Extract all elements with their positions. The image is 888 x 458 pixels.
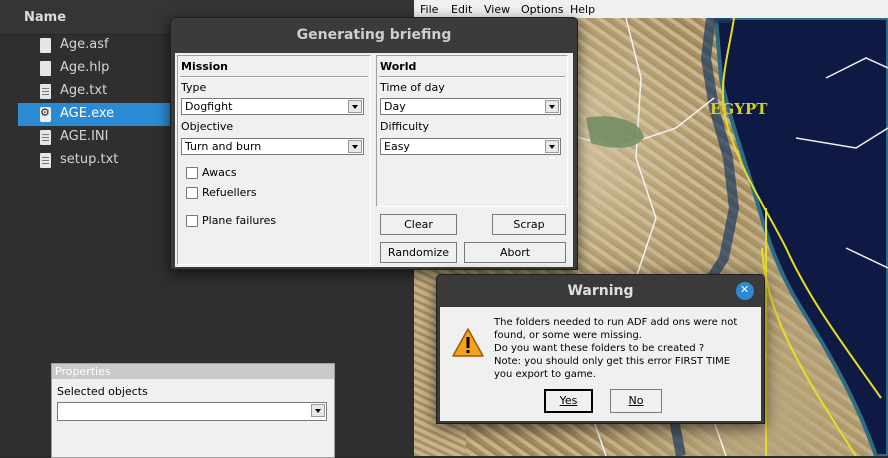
close-icon[interactable] [736, 282, 754, 300]
properties-title-bar: Properties [52, 364, 334, 379]
difficulty-value: Easy [384, 140, 410, 153]
message-line: Note: you should only get this error FIR… [494, 356, 731, 367]
type-dropdown[interactable]: Dogfight [181, 98, 364, 115]
chevron-down-icon[interactable] [348, 100, 362, 113]
selected-objects-label: Selected objects [57, 385, 148, 398]
chevron-down-icon[interactable] [545, 100, 559, 113]
message-line: you export to game. [494, 369, 596, 380]
executable-icon [40, 106, 51, 122]
document-icon [40, 61, 51, 76]
message-line: The folders needed to run ADF add ons we… [494, 317, 738, 328]
abort-button[interactable]: Abort [464, 242, 566, 263]
divider [379, 76, 565, 78]
warning-dialog-title[interactable]: Warning [437, 275, 764, 307]
type-value: Dogfight [185, 100, 233, 113]
time-of-day-value: Day [384, 100, 406, 113]
difficulty-dropdown[interactable]: Easy [380, 138, 561, 155]
world-group: World Time of day Day Difficulty Easy [376, 55, 568, 207]
file-name: Age.txt [60, 83, 108, 98]
properties-panel: Properties Selected objects [51, 363, 335, 458]
message-line: found, or some were missing. [494, 330, 642, 341]
randomize-button[interactable]: Randomize [380, 242, 457, 263]
selected-objects-dropdown[interactable] [57, 402, 327, 421]
map-label-egypt: EGYPT [710, 100, 768, 118]
world-heading: World [380, 60, 417, 73]
chevron-down-icon[interactable] [311, 404, 325, 417]
type-label: Type [181, 81, 207, 94]
checkbox-box[interactable] [186, 167, 198, 179]
clear-button[interactable]: Clear [380, 214, 457, 235]
text-file-icon [40, 153, 51, 168]
chevron-down-icon[interactable] [545, 140, 559, 153]
refuellers-checkbox[interactable]: Refuellers [186, 186, 306, 200]
file-name: Age.asf [60, 37, 109, 52]
yes-button[interactable]: Yes [544, 389, 593, 413]
briefing-dialog: Generating briefing Mission Type Dogfigh… [170, 17, 578, 270]
text-file-icon [40, 84, 51, 99]
document-icon [40, 38, 51, 53]
time-of-day-dropdown[interactable]: Day [380, 98, 561, 115]
divider [180, 76, 368, 78]
menu-file[interactable]: File [420, 3, 438, 16]
menu-edit[interactable]: Edit [451, 3, 472, 16]
file-name: AGE.INI [60, 129, 109, 144]
objective-dropdown[interactable]: Turn and burn [181, 138, 364, 155]
plane-failures-checkbox[interactable]: Plane failures [186, 214, 306, 228]
file-name: setup.txt [60, 152, 119, 167]
file-name: AGE.exe [60, 106, 115, 121]
briefing-dialog-body: Mission Type Dogfight Objective Turn and… [175, 53, 573, 267]
awacs-label: Awacs [202, 166, 237, 179]
checkbox-box[interactable] [186, 187, 198, 199]
chevron-down-icon[interactable] [348, 140, 362, 153]
menu-options[interactable]: Options [521, 3, 563, 16]
file-name: Age.hlp [60, 60, 110, 75]
warning-dialog: Warning The folders needed to run ADF ad… [436, 274, 765, 424]
warning-message: The folders needed to run ADF add ons we… [494, 316, 756, 381]
briefing-dialog-title[interactable]: Generating briefing [171, 18, 577, 52]
text-file-icon [40, 130, 51, 145]
plane-failures-label: Plane failures [202, 214, 277, 227]
warning-dialog-body: The folders needed to run ADF add ons we… [440, 307, 761, 421]
objective-value: Turn and burn [185, 140, 262, 153]
difficulty-label: Difficulty [380, 120, 430, 133]
time-of-day-label: Time of day [380, 81, 445, 94]
menu-bar: File Edit View Options Help [414, 0, 888, 18]
yes-label: Yes [559, 394, 578, 407]
vegetation-area [586, 116, 644, 148]
warning-icon [452, 328, 484, 357]
checkbox-box[interactable] [186, 215, 198, 227]
mission-group: Mission Type Dogfight Objective Turn and… [177, 55, 371, 265]
no-button[interactable]: No [610, 389, 662, 413]
no-label: No [628, 394, 644, 407]
menu-help[interactable]: Help [570, 3, 595, 16]
refuellers-label: Refuellers [202, 186, 257, 199]
menu-view[interactable]: View [484, 3, 510, 16]
mission-heading: Mission [181, 60, 228, 73]
objective-label: Objective [181, 120, 234, 133]
scrap-button[interactable]: Scrap [492, 214, 566, 235]
message-line: Do you want these folders to be created … [494, 343, 705, 354]
name-column-header[interactable]: Name [24, 10, 66, 25]
properties-title: Properties [55, 365, 111, 378]
awacs-checkbox[interactable]: Awacs [186, 166, 306, 180]
